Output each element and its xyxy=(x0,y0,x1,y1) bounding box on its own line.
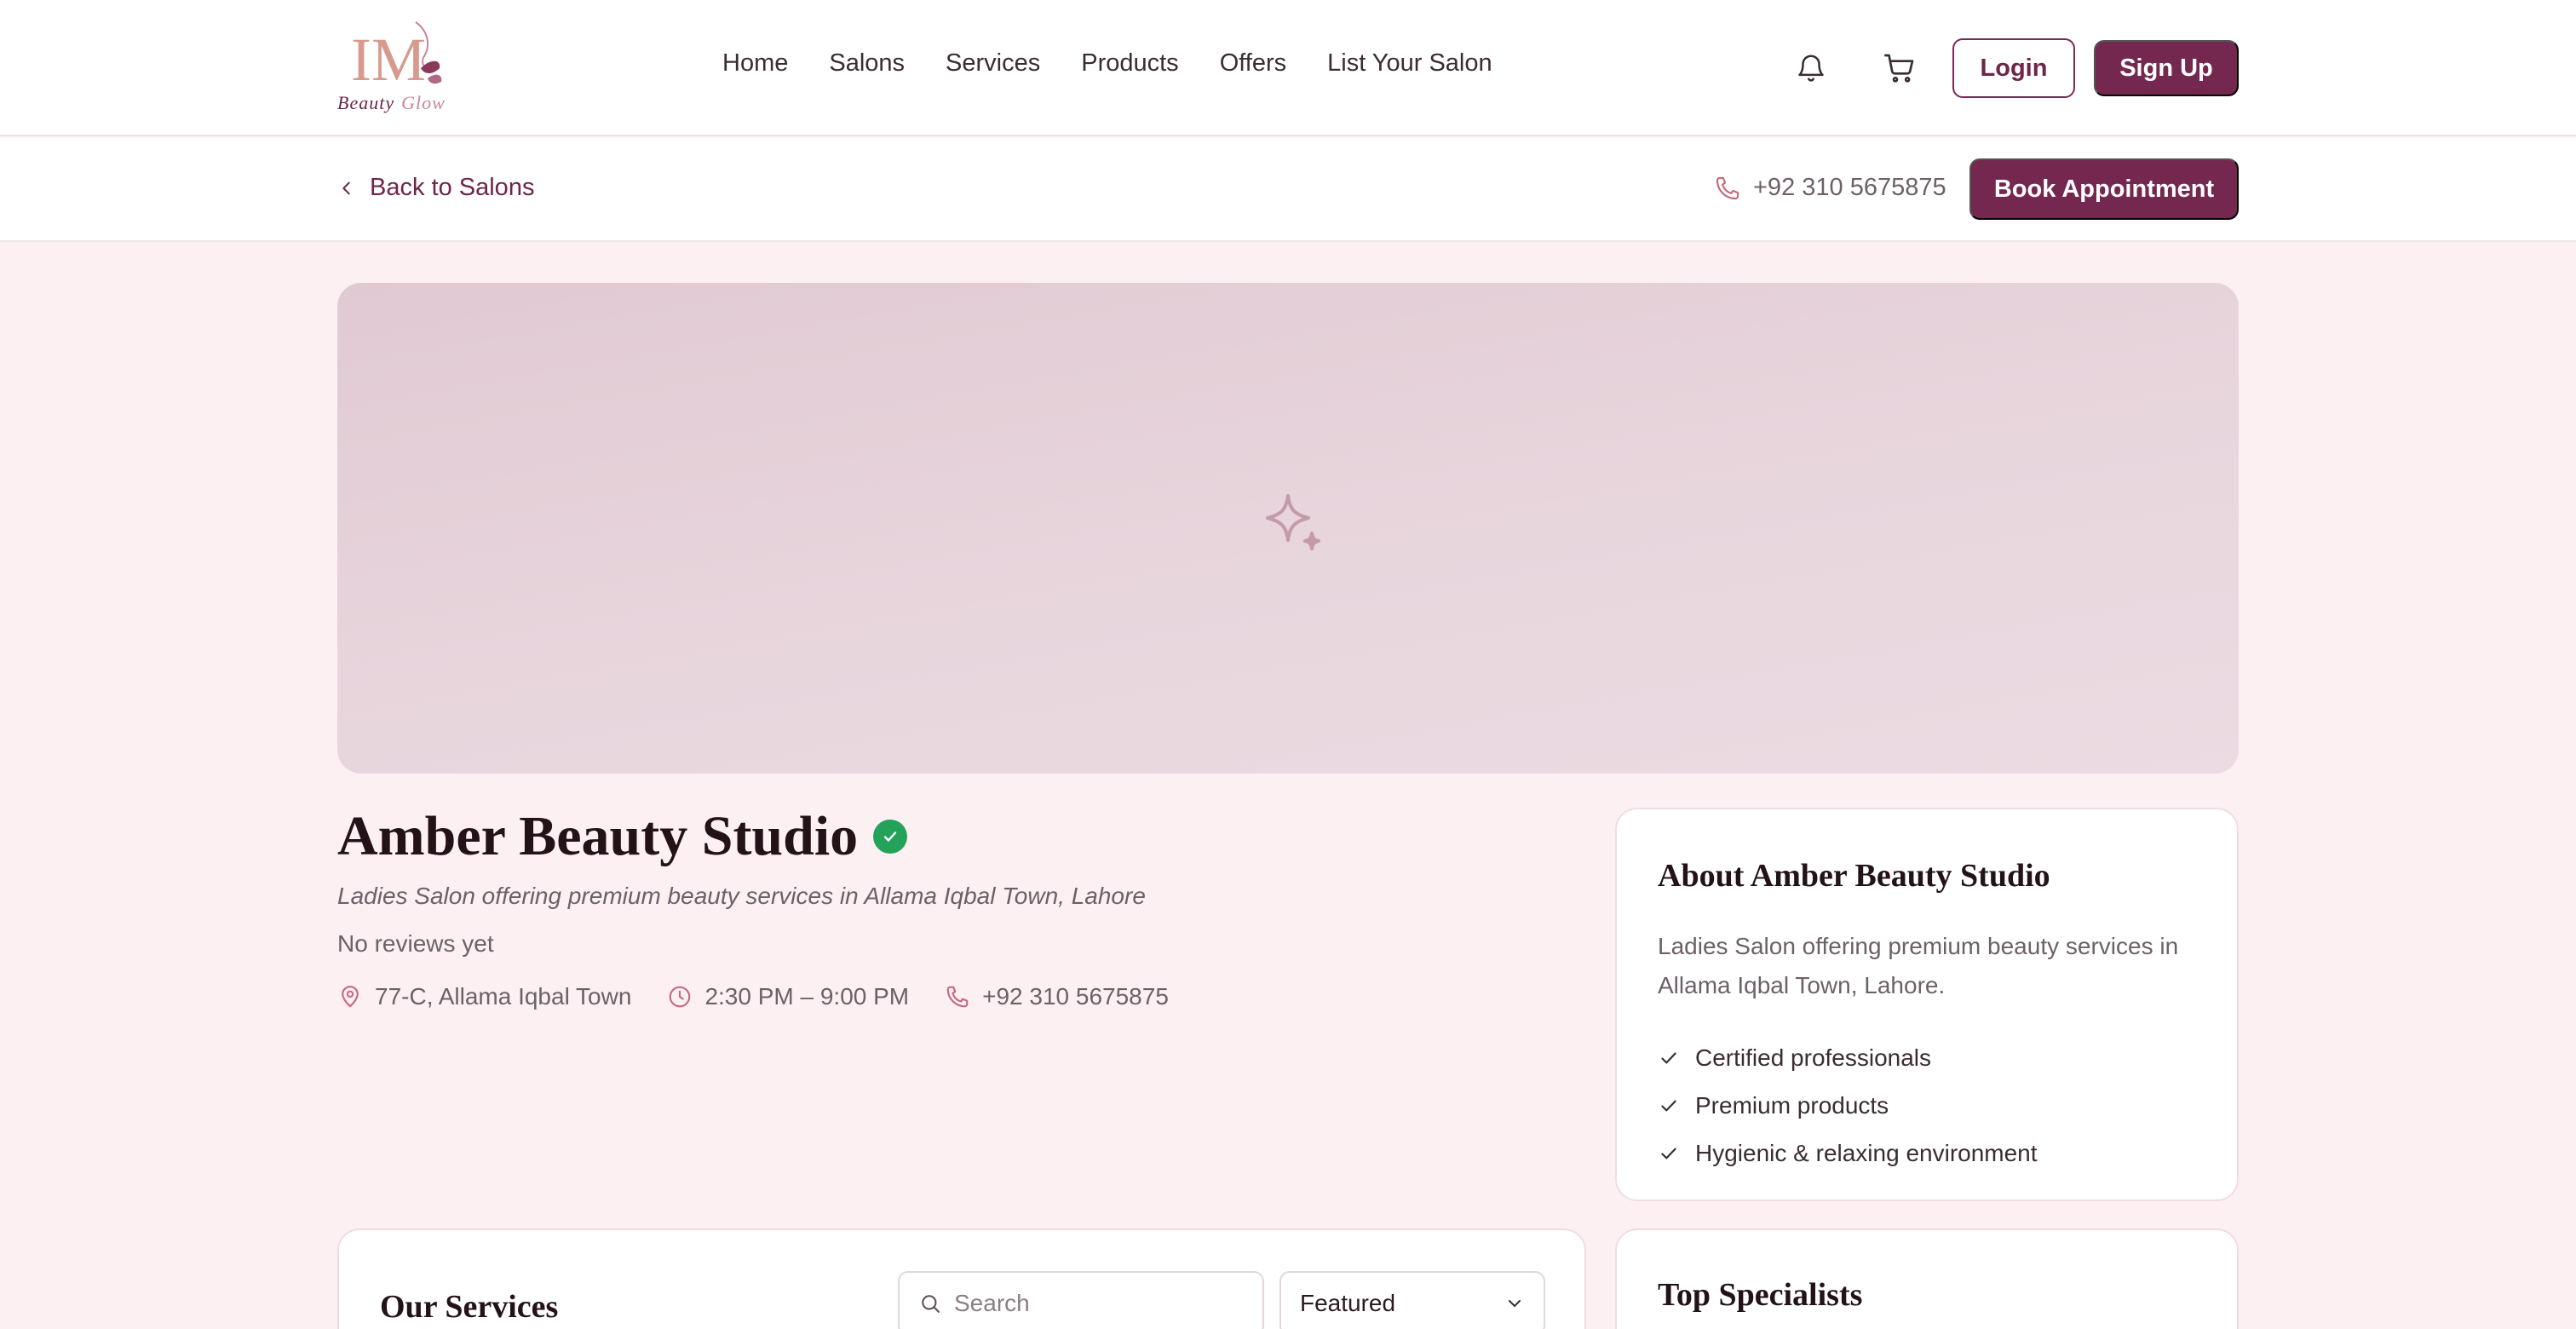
back-to-salons-link[interactable]: Back to Salons xyxy=(337,174,534,202)
check-icon xyxy=(1661,1148,1676,1159)
specialists-title: Top Specialists xyxy=(1658,1277,1863,1313)
salon-heading: Amber Beauty Studio xyxy=(337,804,908,869)
subbar-phone[interactable]: +92 310 5675875 xyxy=(1714,174,1946,202)
salon-hero-image xyxy=(337,283,2239,774)
about-description: Ladies Salon offering premium beauty ser… xyxy=(1658,933,2179,998)
logo-word-beauty: Beauty xyxy=(337,92,395,113)
feature-item: Premium products xyxy=(1658,1082,2038,1130)
sparkles-icon xyxy=(1266,494,1320,550)
brand-logo[interactable]: IM Beauty Glow xyxy=(337,19,457,118)
salon-phone-text: +92 310 5675875 xyxy=(982,983,1169,1010)
salon-hours: 2:30 PM – 9:00 PM xyxy=(667,983,909,1010)
check-icon xyxy=(1661,1052,1676,1064)
nav-services[interactable]: Services xyxy=(946,49,1040,78)
search-placeholder: Search xyxy=(954,1290,1030,1316)
feature-label: Premium products xyxy=(1695,1092,1889,1119)
back-to-salons-label: Back to Salons xyxy=(370,174,535,201)
cart-button[interactable] xyxy=(1879,48,1920,89)
nav-home[interactable]: Home xyxy=(722,49,788,78)
feature-item: Hygienic & relaxing environment xyxy=(1658,1130,2038,1177)
map-pin-icon xyxy=(342,986,359,1008)
salon-address-text: 77-C, Allama Iqbal Town xyxy=(375,983,632,1010)
salon-meta: 77-C, Allama Iqbal Town 2:30 PM – 9:00 P… xyxy=(337,983,1169,1010)
about-card: About Amber Beauty Studio Ladies Salon o… xyxy=(1615,808,2239,1201)
salon-phone[interactable]: +92 310 5675875 xyxy=(945,983,1169,1010)
notifications-button[interactable] xyxy=(1791,48,1831,89)
search-icon xyxy=(922,1295,940,1313)
feature-label: Hygienic & relaxing environment xyxy=(1695,1140,2038,1166)
logo-wordmark: Beauty Glow xyxy=(337,92,457,114)
logo-word-glow: Glow xyxy=(401,92,446,113)
feature-item: Certified professionals xyxy=(1658,1034,2038,1082)
salon-address: 77-C, Allama Iqbal Town xyxy=(337,983,631,1010)
services-title: Our Services xyxy=(380,1289,559,1325)
about-features: Certified professionals Premium products… xyxy=(1658,1034,2038,1177)
book-appointment-button[interactable]: Book Appointment xyxy=(1969,158,2239,220)
specialists-card: Top Specialists xyxy=(1615,1228,2239,1329)
top-navbar: IM Beauty Glow Home Salons Services Produ… xyxy=(0,0,2576,136)
about-title: About Amber Beauty Studio xyxy=(1658,858,2050,894)
bell-icon xyxy=(1798,55,1824,82)
subbar-phone-number: +92 310 5675875 xyxy=(1753,174,1946,201)
cart-icon xyxy=(1884,54,1914,83)
salon-reviews-status: No reviews yet xyxy=(337,930,494,957)
nav-list-your-salon[interactable]: List Your Salon xyxy=(1327,49,1492,78)
services-card: Our Services Search Featured xyxy=(337,1228,1586,1329)
feature-label: Certified professionals xyxy=(1695,1044,1932,1071)
salon-subbar: Back to Salons +92 310 5675875 Book Appo… xyxy=(0,138,2576,242)
nav-products[interactable]: Products xyxy=(1081,49,1178,78)
service-search-input[interactable]: Search xyxy=(898,1271,1264,1329)
sort-selected-value: Featured xyxy=(1300,1290,1396,1316)
svg-text:IM: IM xyxy=(351,26,426,92)
salon-name: Amber Beauty Studio xyxy=(337,805,859,867)
phone-icon xyxy=(1716,176,1739,199)
chevron-down-icon xyxy=(1509,1300,1521,1307)
login-button[interactable]: Login xyxy=(1952,38,2075,98)
phone-icon xyxy=(946,986,969,1008)
logo-monogram-icon: IM xyxy=(351,21,442,92)
verified-badge-icon xyxy=(873,820,908,854)
salon-tagline: Ladies Salon offering premium beauty ser… xyxy=(337,883,1146,909)
check-icon xyxy=(1661,1100,1676,1112)
service-sort-select[interactable]: Featured xyxy=(1279,1271,1545,1329)
chevron-left-icon xyxy=(342,181,350,194)
signup-button[interactable]: Sign Up xyxy=(2094,40,2239,96)
salon-hours-text: 2:30 PM – 9:00 PM xyxy=(704,983,910,1010)
main-nav: Home Salons Services Products Offers Lis… xyxy=(722,49,1492,78)
clock-icon xyxy=(670,986,691,1008)
nav-salons[interactable]: Salons xyxy=(829,49,905,78)
nav-offers[interactable]: Offers xyxy=(1220,49,1286,78)
